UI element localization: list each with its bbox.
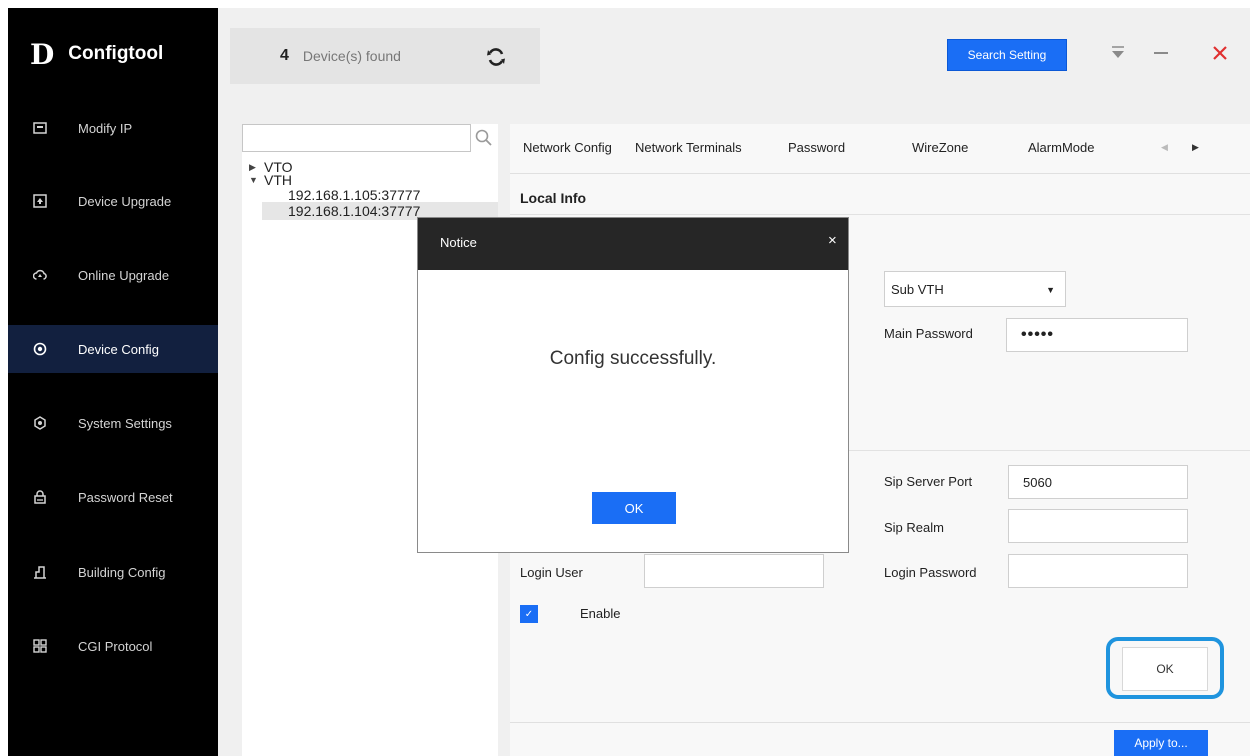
tab-network-terminals[interactable]: Network Terminals bbox=[635, 140, 742, 155]
device-count-bar: 4 Device(s) found bbox=[230, 28, 540, 84]
sidebar-item-label: Password Reset bbox=[78, 489, 173, 505]
sidebar-item-label: Building Config bbox=[78, 564, 166, 580]
sidebar-item-label: Device Upgrade bbox=[78, 193, 172, 209]
building-icon bbox=[33, 565, 47, 579]
menu-icon[interactable] bbox=[1111, 45, 1125, 59]
sidebar-item-cgi-protocol[interactable]: CGI Protocol bbox=[8, 622, 218, 670]
dialog-message: Config successfully. bbox=[549, 348, 717, 369]
tree-device-item[interactable]: 192.168.1.105:37777 bbox=[288, 187, 420, 203]
enable-checkbox[interactable]: ✓ bbox=[520, 605, 538, 623]
sip-realm-field[interactable] bbox=[1008, 509, 1188, 543]
close-icon[interactable] bbox=[1212, 45, 1228, 61]
field-value: 5060 bbox=[1023, 474, 1052, 490]
login-password-label: Login Password bbox=[884, 565, 977, 580]
app-title: Configtool bbox=[68, 43, 164, 64]
config-tabs: Network Config Network Terminals Passwor… bbox=[510, 124, 1250, 174]
password-value: ••••• bbox=[1021, 326, 1055, 343]
sidebar-item-label: Online Upgrade bbox=[78, 267, 170, 283]
login-user-field[interactable] bbox=[644, 554, 824, 588]
dialog-ok-button[interactable]: OK bbox=[592, 492, 676, 524]
sidebar-item-building-config[interactable]: Building Config bbox=[8, 548, 218, 596]
sidebar-item-device-upgrade[interactable]: Device Upgrade bbox=[8, 177, 218, 225]
expand-arrow-icon[interactable]: ▶ bbox=[249, 162, 264, 173]
ok-button[interactable]: OK bbox=[1122, 647, 1208, 691]
login-user-label: Login User bbox=[520, 565, 583, 580]
tree-search-input[interactable] bbox=[242, 124, 471, 152]
tab-alarmmode[interactable]: AlarmMode bbox=[1028, 140, 1094, 155]
sidebar-item-label: Modify IP bbox=[78, 120, 133, 136]
cloud-upgrade-icon bbox=[33, 268, 47, 282]
minimize-icon[interactable] bbox=[1153, 46, 1169, 60]
tab-network-config[interactable]: Network Config bbox=[523, 140, 612, 155]
device-type-select[interactable]: Sub VTH ▼ bbox=[884, 271, 1066, 307]
dialog-title: Notice bbox=[440, 235, 477, 250]
sip-realm-label: Sip Realm bbox=[884, 520, 944, 535]
protocol-icon bbox=[33, 639, 47, 653]
search-icon[interactable] bbox=[474, 128, 494, 148]
tree-group-label: VTH bbox=[264, 172, 292, 188]
select-value: Sub VTH bbox=[891, 281, 944, 297]
sidebar-item-label: Device Config bbox=[78, 341, 159, 357]
divider bbox=[510, 722, 1250, 723]
gear-icon bbox=[33, 416, 47, 430]
tab-next-icon[interactable]: ▶ bbox=[1192, 142, 1199, 153]
tab-prev-icon[interactable]: ◀ bbox=[1161, 142, 1168, 153]
sidebar-item-device-config[interactable]: Device Config bbox=[8, 325, 218, 373]
tab-wirezone[interactable]: WireZone bbox=[912, 140, 968, 155]
upgrade-icon bbox=[33, 194, 47, 208]
sidebar-item-label: System Settings bbox=[78, 415, 172, 431]
device-config-icon bbox=[33, 342, 47, 356]
configtool-window: D Configtool Modify IP Device Upgrade On… bbox=[0, 0, 1250, 756]
device-count: 4 bbox=[280, 47, 289, 64]
device-found-label: Device(s) found bbox=[302, 48, 401, 64]
tree-device-item[interactable]: 192.168.1.104:37777 bbox=[288, 203, 420, 219]
apply-to-button[interactable]: Apply to... bbox=[1114, 730, 1208, 756]
sidebar-item-password-reset[interactable]: Password Reset bbox=[8, 473, 218, 521]
tree-group-vth[interactable]: ▼ VTH bbox=[249, 172, 292, 188]
sidebar-item-online-upgrade[interactable]: Online Upgrade bbox=[8, 251, 218, 299]
sidebar: D Configtool Modify IP Device Upgrade On… bbox=[8, 8, 218, 756]
dialog-close-icon[interactable]: × bbox=[828, 232, 837, 249]
app-logo: D Configtool bbox=[30, 36, 163, 72]
sidebar-item-system-settings[interactable]: System Settings bbox=[8, 399, 218, 447]
login-password-field[interactable] bbox=[1008, 554, 1188, 588]
dialog-header: Notice × bbox=[418, 218, 848, 270]
divider bbox=[510, 214, 1250, 215]
section-title: Local Info bbox=[520, 190, 587, 206]
tab-password[interactable]: Password bbox=[788, 140, 845, 155]
sip-server-port-label: Sip Server Port bbox=[884, 474, 973, 489]
main-password-field[interactable]: ••••• bbox=[1006, 318, 1188, 352]
enable-label: Enable bbox=[580, 606, 621, 621]
logo-icon: D bbox=[30, 37, 54, 71]
refresh-icon[interactable] bbox=[486, 47, 506, 67]
sip-server-port-field[interactable]: 5060 bbox=[1008, 465, 1188, 499]
main-password-label: Main Password bbox=[884, 326, 973, 341]
search-setting-button[interactable]: Search Setting bbox=[947, 39, 1067, 71]
sidebar-item-modify-ip[interactable]: Modify IP bbox=[8, 104, 218, 152]
notice-dialog: Notice × Config successfully. OK bbox=[417, 217, 849, 553]
ip-icon bbox=[33, 121, 47, 135]
chevron-down-icon: ▼ bbox=[1046, 285, 1055, 295]
lock-icon bbox=[33, 490, 47, 504]
collapse-arrow-icon[interactable]: ▼ bbox=[249, 175, 264, 185]
sidebar-item-label: CGI Protocol bbox=[78, 638, 153, 654]
